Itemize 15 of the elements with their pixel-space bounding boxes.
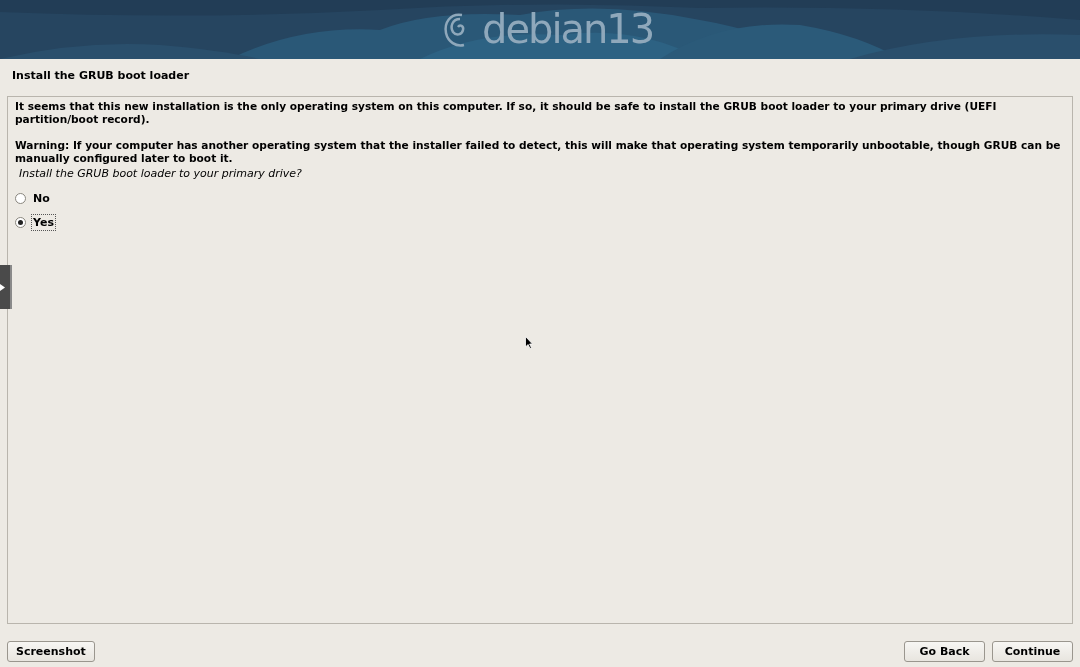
radio-button[interactable] bbox=[15, 192, 26, 204]
go-back-button[interactable]: Go Back bbox=[904, 641, 985, 662]
radio-button[interactable] bbox=[15, 216, 26, 228]
triangle-right-icon bbox=[0, 283, 5, 291]
body-paragraph: Warning: If your computer has another operating system that the installer failed to detect, this will make that operating system temporarily unbootable, though GRUB can be manually configured later to boot it. bbox=[15, 139, 1062, 165]
option-label[interactable]: Yes bbox=[31, 213, 56, 231]
side-panel-toggle[interactable] bbox=[0, 265, 12, 309]
mouse-pointer-icon bbox=[525, 336, 533, 349]
question-text: Install the GRUB boot loader to your primary drive? bbox=[19, 167, 303, 180]
page-title: Install the GRUB boot loader bbox=[11, 68, 191, 84]
logo-text: debian13 bbox=[482, 5, 654, 54]
screenshot-button[interactable]: Screenshot bbox=[7, 641, 95, 662]
body-paragraph: It seems that this new installation is the only operating system on this computer. If so, it should be safe to install the GRUB boot loader to your primary drive (UEFI partition/boot record). bbox=[15, 100, 998, 126]
continue-button[interactable]: Continue bbox=[992, 641, 1073, 662]
option-label[interactable]: No bbox=[31, 189, 52, 207]
